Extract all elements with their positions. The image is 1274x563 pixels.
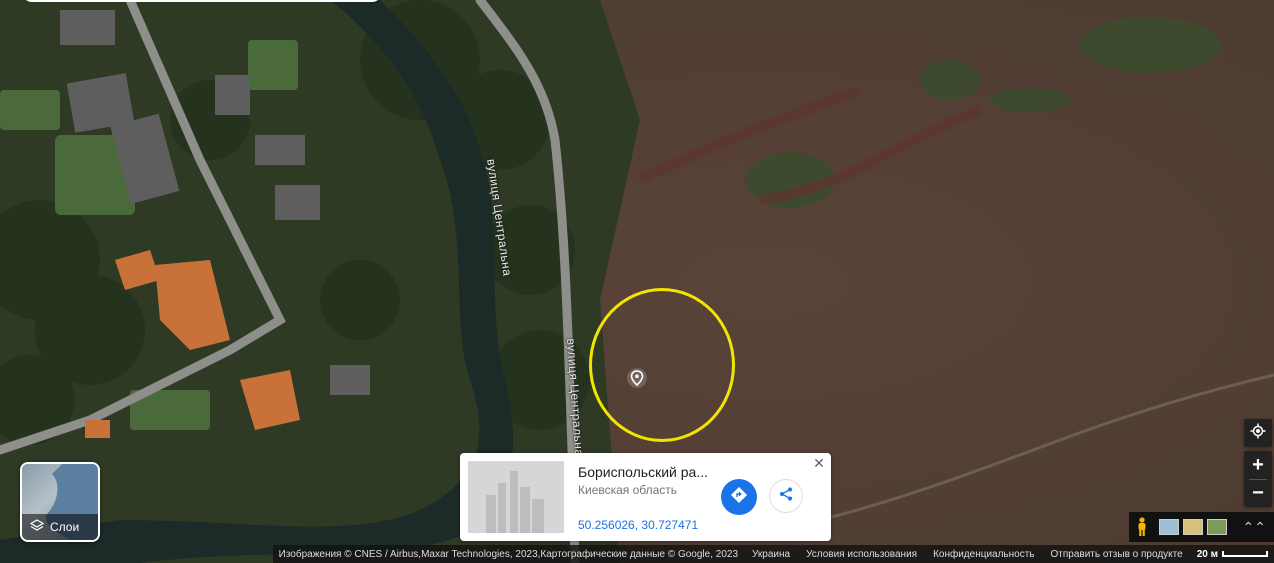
scale-bar[interactable]: 20 м bbox=[1190, 545, 1274, 563]
highlight-circle bbox=[589, 288, 735, 442]
privacy-link[interactable]: Конфиденциальность bbox=[925, 545, 1043, 563]
scale-label: 20 м bbox=[1196, 548, 1218, 560]
search-panel-edge bbox=[22, 0, 382, 2]
share-icon bbox=[778, 486, 794, 507]
location-pin-icon[interactable] bbox=[627, 368, 647, 388]
map-type-thumbnail[interactable] bbox=[1159, 519, 1179, 535]
attribution-text: Изображения © CNES / Airbus,Maxar Techno… bbox=[272, 545, 744, 563]
place-coordinates[interactable]: 50.256026, 30.727471 bbox=[578, 518, 698, 532]
place-photo[interactable] bbox=[468, 461, 564, 533]
terrain-thumbnail[interactable] bbox=[1183, 519, 1203, 535]
layers-icon bbox=[29, 518, 45, 536]
my-location-button[interactable] bbox=[1244, 419, 1272, 447]
pegman-icon[interactable] bbox=[1129, 512, 1155, 542]
close-button[interactable]: ✕ bbox=[811, 455, 827, 471]
map-footer: Изображения © CNES / Airbus,Maxar Techno… bbox=[0, 545, 1274, 563]
my-location-icon bbox=[1250, 423, 1266, 444]
zoom-controls: + − bbox=[1244, 451, 1272, 507]
terms-link[interactable]: Условия использования bbox=[798, 545, 926, 563]
map-bottom-controls: ⌃⌃ bbox=[1129, 512, 1274, 542]
share-button[interactable] bbox=[769, 479, 803, 513]
zoom-out-button[interactable]: − bbox=[1244, 480, 1272, 507]
directions-button[interactable] bbox=[721, 479, 757, 515]
country-link[interactable]: Украина bbox=[744, 545, 799, 563]
feedback-link[interactable]: Отправить отзыв о продукте bbox=[1042, 545, 1191, 563]
expand-icon[interactable]: ⌃⌃ bbox=[1243, 519, 1266, 536]
place-subtitle: Киевская область bbox=[578, 483, 678, 497]
directions-icon bbox=[730, 486, 748, 508]
zoom-in-button[interactable]: + bbox=[1244, 452, 1272, 479]
place-title: Бориспольский ра... bbox=[578, 464, 708, 480]
satellite-thumbnail[interactable] bbox=[1207, 519, 1227, 535]
scale-line bbox=[1222, 551, 1268, 557]
layers-button[interactable]: Слои bbox=[20, 462, 100, 542]
layers-label: Слои bbox=[50, 520, 80, 534]
place-card[interactable]: Бориспольский ра... Киевская область 50.… bbox=[460, 453, 831, 541]
